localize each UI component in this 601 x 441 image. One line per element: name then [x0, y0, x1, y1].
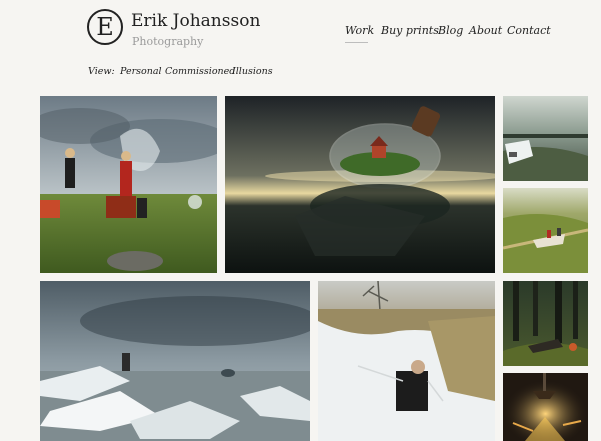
- brand-name[interactable]: Erik Johansson: [131, 11, 260, 31]
- page: E Erik Johansson Photography Work Buy pr…: [0, 0, 601, 441]
- car-on-road-photo[interactable]: [503, 96, 588, 181]
- nav-item-contact[interactable]: Contact: [507, 24, 551, 37]
- man-zipping-snow-photo[interactable]: [318, 281, 495, 441]
- logo-icon[interactable]: E: [87, 9, 123, 45]
- nav-item-work[interactable]: Work: [345, 24, 374, 37]
- nav-item-blog[interactable]: Blog: [438, 24, 463, 37]
- nav-active-indicator: [345, 42, 368, 43]
- logo-letter: E: [96, 13, 114, 41]
- island-in-bottle-photo[interactable]: [225, 96, 495, 273]
- view-option-personal[interactable]: Personal: [120, 66, 162, 77]
- view-option-illusions[interactable]: Illusions: [232, 66, 273, 77]
- view-option-commissioned[interactable]: Commissioned: [165, 66, 235, 77]
- brand-subtitle: Photography: [132, 35, 204, 48]
- nav-item-buy-prints[interactable]: Buy prints: [381, 24, 439, 37]
- nav-item-about[interactable]: About: [469, 24, 502, 37]
- girl-pulling-sky-photo[interactable]: [40, 96, 217, 273]
- boat-on-field-photo[interactable]: [503, 188, 588, 273]
- shattered-ice-sea-photo[interactable]: [40, 281, 310, 441]
- forest-figure-photo[interactable]: [503, 281, 588, 366]
- view-label: View:: [88, 66, 115, 77]
- glowing-lamp-photo[interactable]: [503, 373, 588, 441]
